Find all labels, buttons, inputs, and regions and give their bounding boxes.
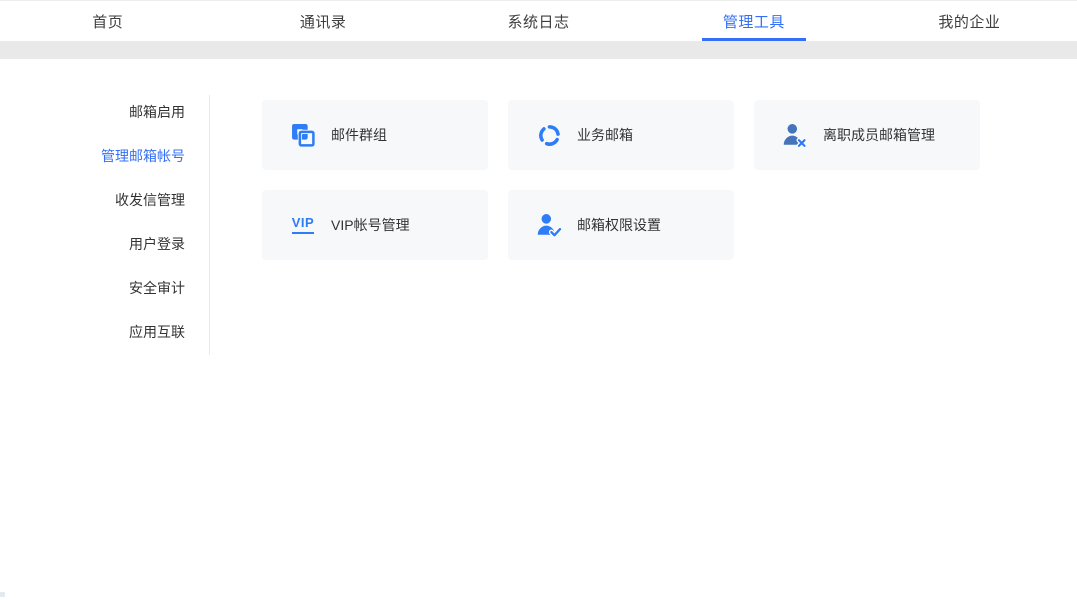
feature-card-grid: 邮件群组 业务邮箱 <box>262 100 980 260</box>
card-vip-account-management[interactable]: VIP VIP帐号管理 <box>262 190 488 260</box>
tab-my-enterprise[interactable]: 我的企业 <box>862 1 1077 41</box>
card-label: VIP帐号管理 <box>331 215 410 235</box>
card-business-mailbox[interactable]: 业务邮箱 <box>508 100 734 170</box>
user-remove-icon <box>781 122 809 148</box>
sidebar-item-mailbox-enable[interactable]: 邮箱启用 <box>0 90 209 134</box>
card-mailbox-permission-settings[interactable]: 邮箱权限设置 <box>508 190 734 260</box>
tab-contacts-label: 通讯录 <box>300 11 347 32</box>
tab-admin-tools-label: 管理工具 <box>723 11 785 32</box>
bottom-left-mark <box>0 592 5 597</box>
top-nav: 首页 通讯录 系统日志 管理工具 我的企业 <box>0 0 1077 41</box>
admin-console-page: 首页 通讯录 系统日志 管理工具 我的企业 邮箱启用 管理邮箱帐号 收发信管理 … <box>0 0 1077 600</box>
card-mail-groups[interactable]: 邮件群组 <box>262 100 488 170</box>
sync-circle-icon <box>535 122 563 148</box>
tab-home-label: 首页 <box>92 11 123 32</box>
tab-my-enterprise-label: 我的企业 <box>938 11 1000 32</box>
sidebar-item-manage-mail-accounts[interactable]: 管理邮箱帐号 <box>0 134 209 178</box>
active-tab-underline <box>702 38 806 41</box>
user-check-icon <box>535 212 563 238</box>
vip-icon: VIP <box>289 212 317 238</box>
subheader-band <box>0 41 1077 59</box>
sidebar-item-app-interconnect[interactable]: 应用互联 <box>0 310 209 354</box>
tab-system-log[interactable]: 系统日志 <box>431 1 646 41</box>
card-label: 业务邮箱 <box>577 125 633 145</box>
card-label: 邮件群组 <box>331 125 387 145</box>
tab-system-log-label: 系统日志 <box>508 11 570 32</box>
mail-group-icon <box>289 122 317 148</box>
sidebar-item-security-audit[interactable]: 安全审计 <box>0 266 209 310</box>
tab-contacts[interactable]: 通讯录 <box>215 1 430 41</box>
sidebar-divider <box>209 95 210 355</box>
tab-admin-tools[interactable]: 管理工具 <box>646 1 861 41</box>
sidebar-item-send-receive-management[interactable]: 收发信管理 <box>0 178 209 222</box>
card-label: 邮箱权限设置 <box>577 215 661 235</box>
card-label: 离职成员邮箱管理 <box>823 125 935 145</box>
card-departed-member-mailbox[interactable]: 离职成员邮箱管理 <box>754 100 980 170</box>
sidebar-item-user-login[interactable]: 用户登录 <box>0 222 209 266</box>
tab-home[interactable]: 首页 <box>0 1 215 41</box>
sidebar: 邮箱启用 管理邮箱帐号 收发信管理 用户登录 安全审计 应用互联 <box>0 90 209 354</box>
vip-icon-text: VIP <box>292 216 314 233</box>
